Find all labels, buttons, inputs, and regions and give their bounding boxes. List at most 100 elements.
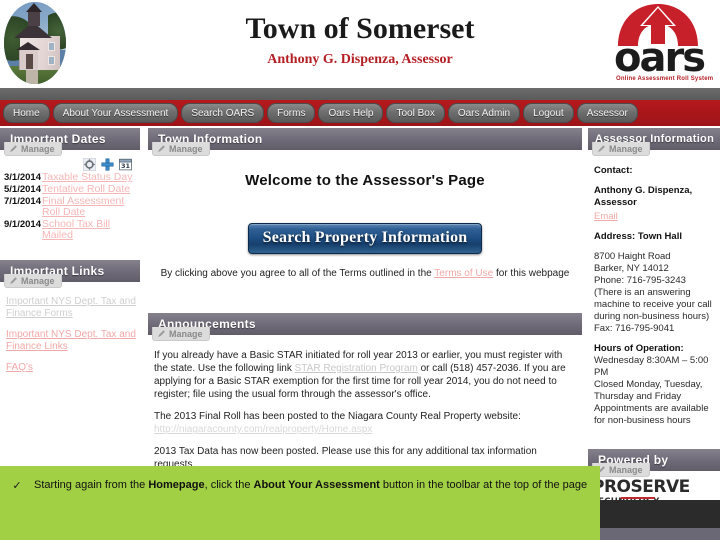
pencil-icon <box>158 145 165 152</box>
manage-tab-assessor-information[interactable]: Manage <box>592 142 650 156</box>
nav-item-logout[interactable]: Logout <box>523 103 574 123</box>
right-sidebar: Assessor Information Manage Contact: Ant… <box>588 128 720 519</box>
star-registration-program-link[interactable]: STAR Registration Program <box>295 363 418 374</box>
nav-item-forms[interactable]: Forms <box>267 103 316 123</box>
date-value: 5/1/2014 <box>4 184 41 195</box>
assessor-information-panel: Assessor Information Manage Contact: Ant… <box>588 128 720 439</box>
announcement-final-roll: The 2013 Final Roll has been posted to t… <box>154 410 576 436</box>
annotation-callout: ✓ Starting again from the Homepage, clic… <box>0 470 600 540</box>
date-link[interactable]: Taxable Status Day <box>42 171 132 183</box>
hours-label: Hours of Operation: <box>594 343 684 354</box>
date-value: 9/1/2014 <box>4 219 41 230</box>
dates-toolbar: 31 <box>4 158 136 171</box>
pencil-icon <box>158 330 165 337</box>
date-link[interactable]: Tentative Roll Date <box>42 183 130 195</box>
hours-line-1: Wednesday 8:30AM – 5:00 PM <box>594 355 709 378</box>
fax-line: Fax: 716-795-9041 <box>594 323 675 334</box>
search-button-wrapper: Search Property Information <box>148 223 582 254</box>
annotation-text-3: button in the toolbar at the top of the … <box>379 479 588 491</box>
address-label: Address: Town Hall <box>594 231 682 242</box>
photo-window-upper <box>48 42 55 51</box>
nav-item-tool-box[interactable]: Tool Box <box>386 103 445 123</box>
left-sidebar: Important Dates Manage 31 3/1/2014 Taxab… <box>0 128 140 393</box>
pencil-icon <box>598 145 605 152</box>
plus-icon[interactable] <box>101 158 114 171</box>
announcements-panel: Announcements Manage If you already have… <box>148 313 582 484</box>
photo-front-door <box>26 54 33 69</box>
assessor-name: Anthony G. Dispenza, Assessor <box>594 185 693 208</box>
page-subtitle: Anthony G. Dispenza, Assessor <box>267 52 453 67</box>
assessor-information-body: Contact: Anthony G. Dispenza, Assessor E… <box>588 150 720 439</box>
nav-item-search-oars[interactable]: Search OARS <box>181 103 265 123</box>
email-block: Email <box>594 211 715 223</box>
link-nys-tax-finance-forms[interactable]: Important NYS Dept. Tax and Finance Form… <box>4 296 136 320</box>
announcement-text-2: The 2013 Final Roll has been posted to t… <box>154 411 521 422</box>
main-navigation: Home About Your Assessment Search OARS F… <box>0 100 720 126</box>
manage-tab-dates-label: Manage <box>21 143 55 154</box>
nav-item-home[interactable]: Home <box>3 103 50 123</box>
phone-line: Phone: 716-795-3243 (There is an answeri… <box>594 275 712 322</box>
date-value: 7/1/2014 <box>4 196 41 207</box>
manage-tab-town-information[interactable]: Manage <box>152 142 210 156</box>
manage-tab-dates[interactable]: Manage <box>4 142 62 156</box>
assessor-email-link[interactable]: Email <box>594 211 618 222</box>
search-property-information-button[interactable]: Search Property Information <box>247 223 483 254</box>
terms-prefix: By clicking above you agree to all of th… <box>160 268 435 279</box>
oars-logo: oars Online Assessment Roll System <box>614 0 720 86</box>
nav-item-oars-help[interactable]: Oars Help <box>318 103 384 123</box>
gear-icon[interactable] <box>83 158 96 171</box>
nav-item-about-your-assessment[interactable]: About Your Assessment <box>52 103 179 123</box>
address-line-1: 8700 Haight Road <box>594 251 671 262</box>
date-label-cell: Final Assessment Roll Date <box>42 196 136 219</box>
pencil-icon <box>10 145 17 152</box>
address-block: 8700 Haight Road Barker, NY 14012 Phone:… <box>594 251 715 335</box>
proserve-wordmark: PROSERVE <box>592 477 690 497</box>
manage-tab-powered-by-label: Manage <box>609 464 643 475</box>
announcements-body: If you already have a Basic STAR initiat… <box>148 335 582 484</box>
town-house-photo <box>4 2 66 84</box>
date-link[interactable]: Final Assessment Roll Date <box>42 195 124 218</box>
date-row: 9/1/2014 School Tax Bill Mailed <box>4 219 136 242</box>
announcements-title: Announcements <box>148 313 582 335</box>
oars-tagline: Online Assessment Roll System <box>616 76 714 82</box>
hours-line-3: Appointments are available for non-busin… <box>594 403 709 426</box>
pencil-icon <box>10 277 17 284</box>
date-link[interactable]: School Tax Bill Mailed <box>42 218 110 241</box>
link-faqs[interactable]: FAQ's <box>4 362 136 374</box>
hours-line-2: Closed Monday, Tuesday, Thursday and Fri… <box>594 379 703 402</box>
photo-house-tower <box>28 10 40 26</box>
manage-tab-town-information-label: Manage <box>169 143 203 154</box>
hours-block: Wednesday 8:30AM – 5:00 PM Closed Monday… <box>594 355 715 427</box>
photo-window-lower <box>48 56 55 65</box>
important-dates-list: 3/1/2014 Taxable Status Day 5/1/2014 Ten… <box>4 172 136 242</box>
svg-text:31: 31 <box>121 162 131 170</box>
manage-tab-links[interactable]: Manage <box>4 274 62 288</box>
photo-porch-roof <box>16 42 40 50</box>
date-value: 3/1/2014 <box>4 172 41 183</box>
calendar-icon[interactable]: 31 <box>119 158 132 171</box>
page-title: Town of Somerset <box>245 12 475 45</box>
terms-of-use-link[interactable]: Terms of Use <box>434 268 493 279</box>
header-title-block: Town of Somerset Anthony G. Dispenza, As… <box>140 12 580 68</box>
link-nys-tax-finance-links[interactable]: Important NYS Dept. Tax and Finance Link… <box>4 329 136 353</box>
welcome-heading: Welcome to the Assessor's Page <box>245 172 485 189</box>
important-dates-panel: Important Dates Manage 31 3/1/2014 Taxab… <box>0 128 140 246</box>
manage-tab-assessor-label: Manage <box>609 143 643 154</box>
manage-tab-announcements-label: Manage <box>169 328 203 339</box>
nav-item-assessor[interactable]: Assessor <box>576 103 638 123</box>
address-line-2: Barker, NY 14012 <box>594 263 669 274</box>
manage-tab-powered-by[interactable]: Manage <box>592 463 650 477</box>
town-information-panel: Town Information Manage Welcome to the A… <box>148 128 582 289</box>
town-information-title: Town Information <box>148 128 582 150</box>
manage-tab-links-label: Manage <box>21 275 55 286</box>
welcome-area: Welcome to the Assessor's Page Search Pr… <box>148 150 582 289</box>
annotation-text-1: Starting again from the <box>34 479 149 491</box>
date-row: 7/1/2014 Final Assessment Roll Date <box>4 196 136 219</box>
annotation-instruction: Starting again from the Homepage, click … <box>34 470 593 492</box>
niagara-county-realproperty-link[interactable]: http://niagaracounty.com/realproperty/Ho… <box>154 424 372 435</box>
important-links-body: Important NYS Dept. Tax and Finance Form… <box>0 282 140 387</box>
footer-gray-strip <box>600 528 720 540</box>
manage-tab-announcements[interactable]: Manage <box>152 327 210 341</box>
important-dates-body: 31 3/1/2014 Taxable Status Day 5/1/2014 … <box>0 150 140 246</box>
nav-item-oars-admin[interactable]: Oars Admin <box>447 103 521 123</box>
